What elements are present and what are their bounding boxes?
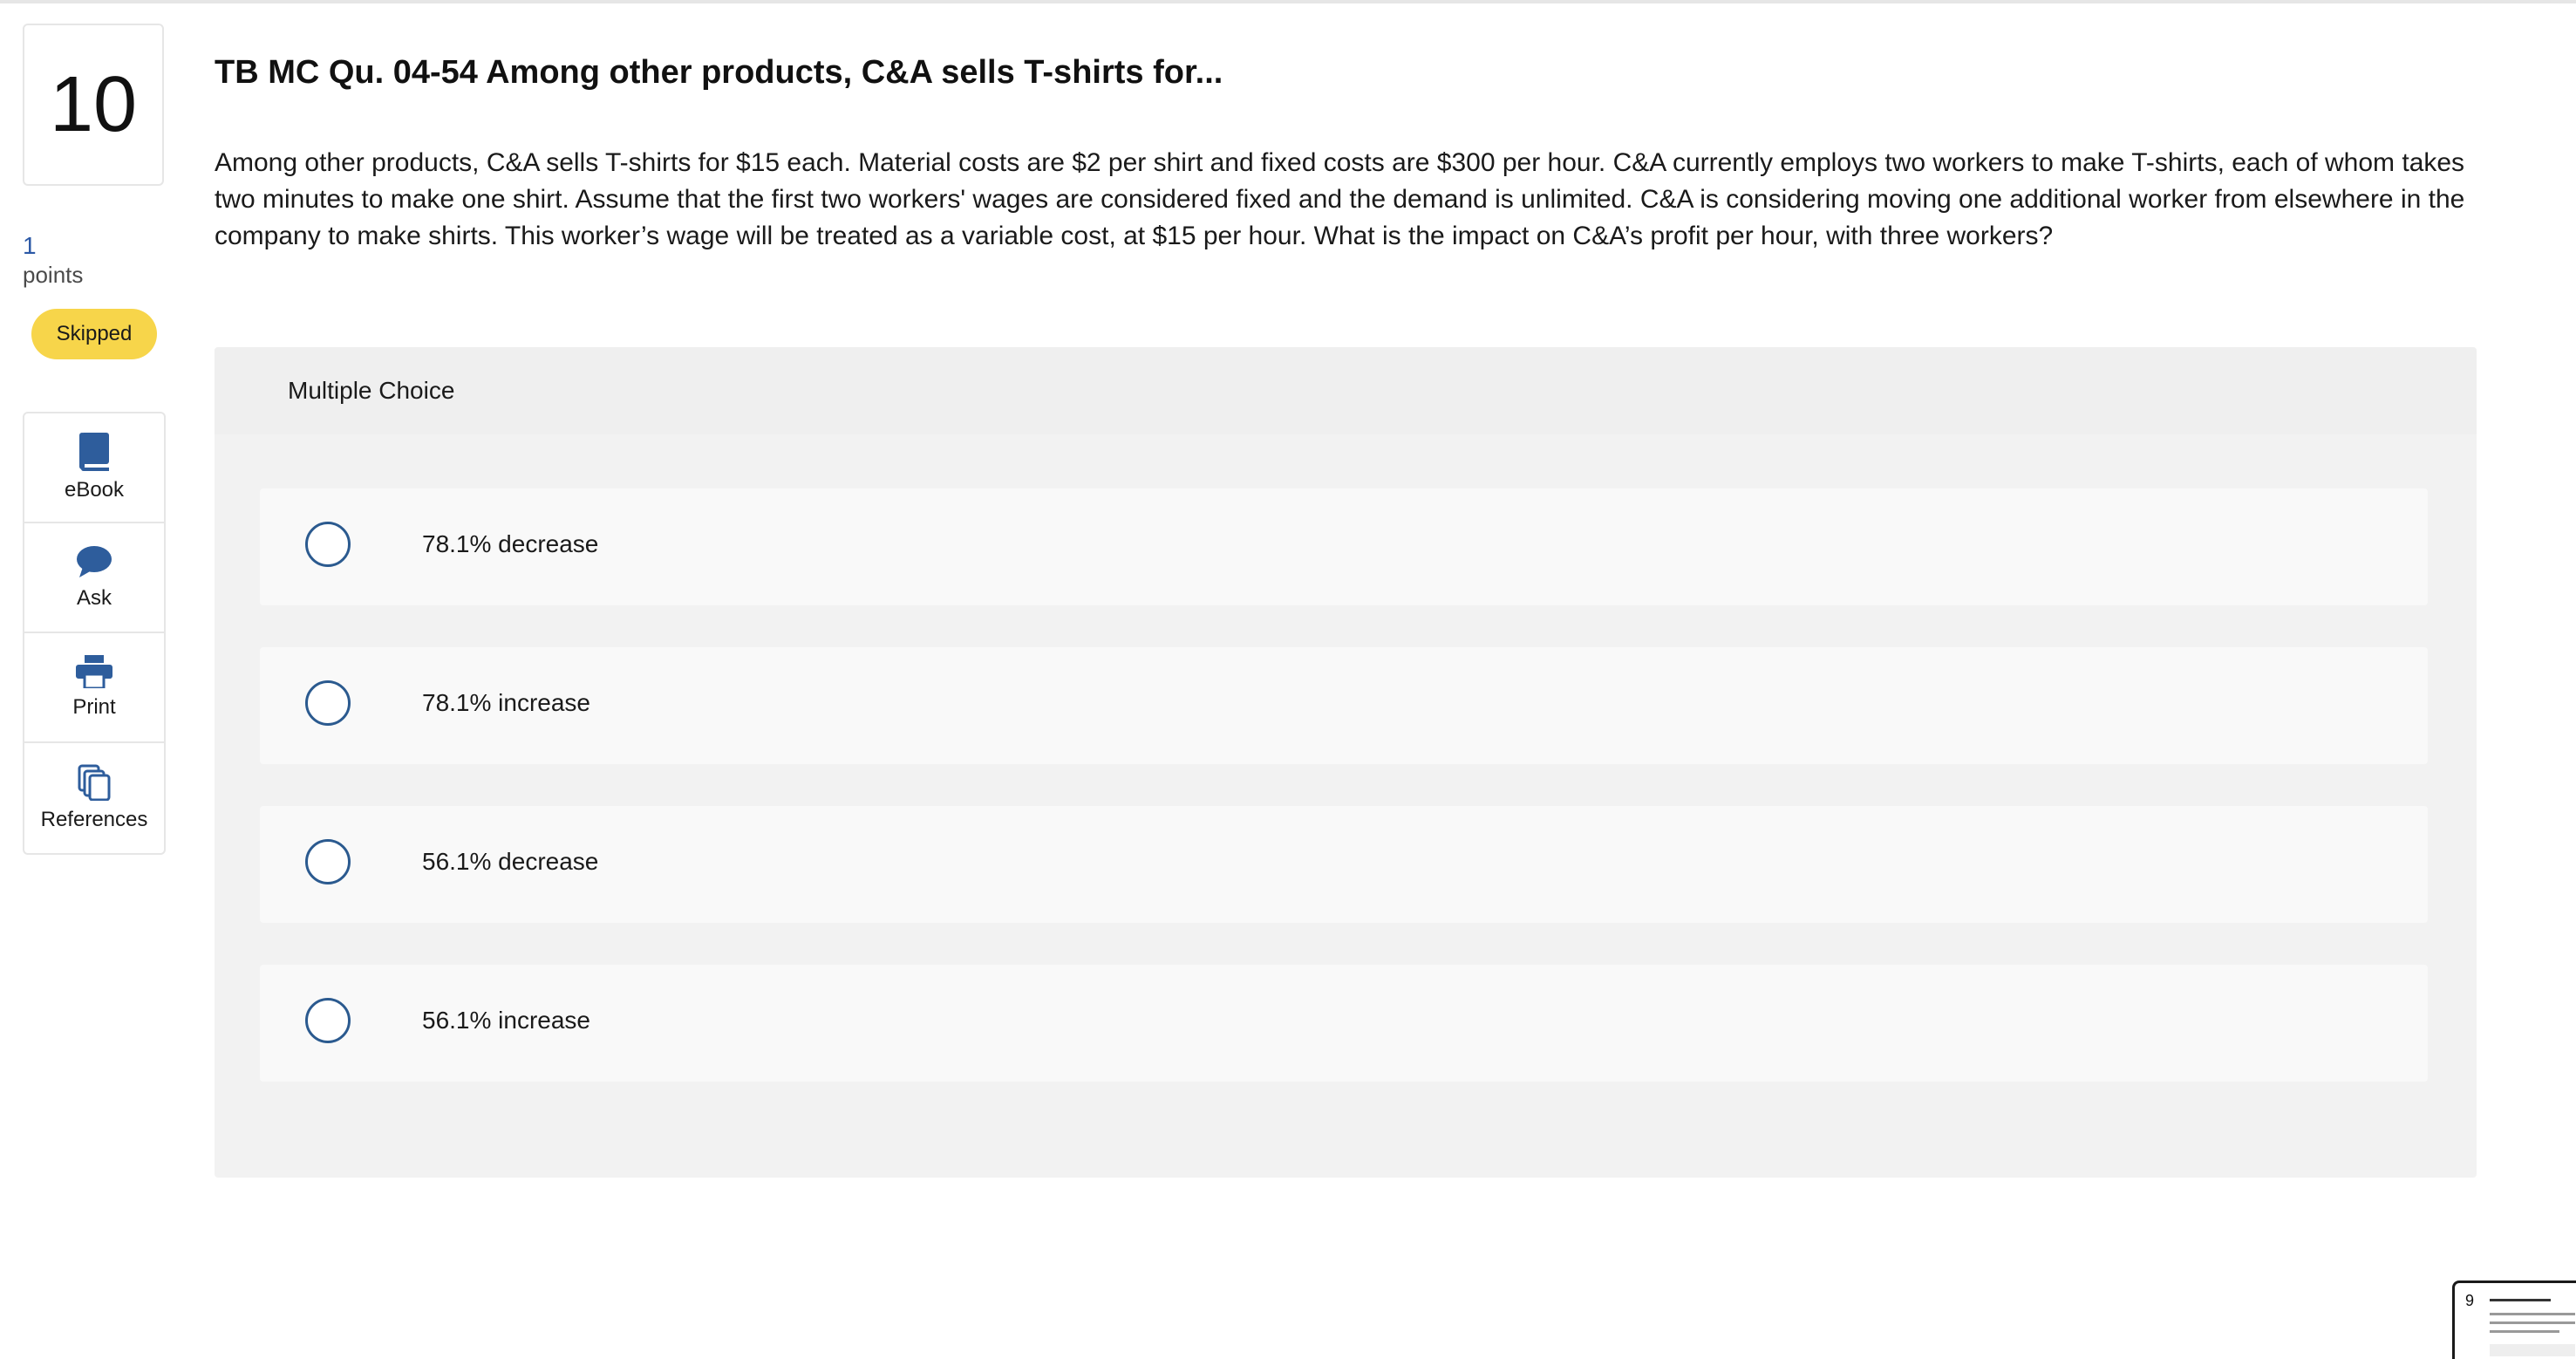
radio-button[interactable] [305, 998, 351, 1043]
answer-option[interactable]: 78.1% decrease [260, 488, 2428, 605]
status-badge: Skipped [31, 309, 157, 359]
ebook-label: eBook [64, 478, 125, 502]
points-label: points [23, 262, 84, 288]
top-divider [0, 0, 2576, 3]
chat-bubble-icon [76, 544, 112, 579]
question-text: Among other products, C&A sells T-shirts… [215, 148, 2465, 250]
question-number: 10 [23, 24, 164, 186]
answer-label: 56.1% decrease [422, 848, 599, 875]
thumbnail-text-line [2490, 1321, 2575, 1324]
multiple-choice-label: Multiple Choice [288, 377, 455, 404]
print-label: Print [72, 695, 116, 719]
thumbnail-number: 9 [2465, 1292, 2475, 1309]
radio-button[interactable] [305, 680, 351, 726]
multiple-choice-header: Multiple Choice [215, 347, 2477, 434]
answer-label: 78.1% decrease [422, 530, 599, 557]
ebook-button[interactable]: eBook [24, 413, 164, 523]
radio-button[interactable] [305, 522, 351, 567]
thumbnail-choice-box [2490, 1344, 2575, 1356]
question-title: TB MC Qu. 04-54 Among other products, C&… [215, 54, 1223, 91]
answer-label: 78.1% increase [422, 689, 591, 716]
print-button[interactable]: Print [24, 633, 164, 743]
thumbnail-title-line [2490, 1299, 2551, 1301]
printer-icon [76, 655, 112, 688]
answer-option[interactable]: 56.1% increase [260, 965, 2428, 1082]
documents-icon [78, 764, 111, 801]
question-page: 10 1 points Skipped eBook Ask Print Refe… [0, 0, 2576, 1359]
references-label: References [40, 808, 148, 831]
answer-label: 56.1% increase [422, 1007, 591, 1034]
radio-button[interactable] [305, 839, 351, 884]
thumbnail-text-line [2490, 1313, 2575, 1315]
answer-option[interactable]: 78.1% increase [260, 647, 2428, 764]
references-button[interactable]: References [24, 743, 164, 853]
ask-button[interactable]: Ask [24, 523, 164, 633]
ask-label: Ask [76, 586, 112, 610]
question-thumbnail[interactable]: 9 [2452, 1280, 2576, 1359]
points-value: 1 [23, 232, 37, 259]
tools-panel: eBook Ask Print References [23, 412, 166, 855]
thumbnail-text-line [2490, 1330, 2559, 1333]
multiple-choice-panel: Multiple Choice 78.1% decrease 78.1% inc… [215, 347, 2477, 1178]
book-icon [78, 433, 111, 471]
answer-option[interactable]: 56.1% decrease [260, 806, 2428, 923]
